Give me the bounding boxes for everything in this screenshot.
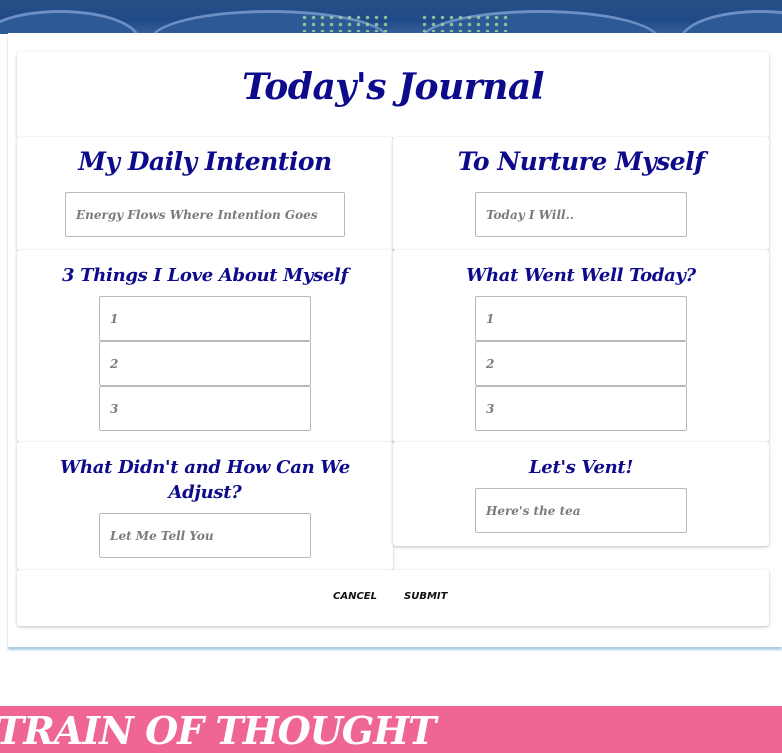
daily-intention-section: My Daily Intention Energy Flows Where In… [17, 137, 393, 251]
love-myself-input-2[interactable]: 2 [99, 341, 311, 386]
submit-button[interactable]: SUBMIT [404, 591, 447, 602]
footer-banner: TRAIN OF THOUGHT [0, 706, 782, 753]
actions-panel [17, 570, 769, 626]
went-well-placeholder-3: 3 [486, 401, 495, 416]
arch-decoration [0, 10, 140, 34]
foliage-decoration [420, 14, 510, 32]
went-well-input-1[interactable]: 1 [475, 296, 687, 341]
went-well-section: What Went Well Today? 1 2 3 [393, 250, 769, 442]
love-myself-input-3[interactable]: 3 [99, 386, 311, 431]
daily-intention-heading: My Daily Intention [78, 147, 332, 176]
love-myself-section: 3 Things I Love About Myself 1 2 3 [17, 250, 393, 442]
went-well-placeholder-2: 2 [486, 356, 495, 371]
nurture-placeholder: Today I Will.. [486, 207, 574, 222]
nurture-input[interactable]: Today I Will.. [475, 192, 687, 237]
title-panel: Today's Journal [17, 52, 769, 138]
nurture-heading: To Nurture Myself [457, 147, 705, 176]
adjust-input[interactable]: Let Me Tell You [99, 513, 311, 558]
vent-placeholder: Here's the tea [486, 503, 581, 518]
love-myself-heading: 3 Things I Love About Myself [61, 265, 349, 286]
love-myself-placeholder-2: 2 [110, 356, 119, 371]
adjust-section: What Didn't and How Can We Adjust? Let M… [17, 442, 393, 570]
vent-heading: Let's Vent! [528, 457, 634, 478]
vent-input[interactable]: Here's the tea [475, 488, 687, 533]
love-myself-input-1[interactable]: 1 [99, 296, 311, 341]
went-well-input-3[interactable]: 3 [475, 386, 687, 431]
love-myself-placeholder-3: 3 [110, 401, 119, 416]
love-myself-placeholder-1: 1 [110, 311, 119, 326]
foliage-decoration [300, 14, 390, 32]
adjust-heading: What Didn't and How Can We Adjust? [60, 457, 350, 503]
nurture-section: To Nurture Myself Today I Will.. [393, 137, 769, 250]
went-well-placeholder-1: 1 [486, 311, 495, 326]
top-decorative-banner [0, 0, 782, 34]
went-well-heading: What Went Well Today? [466, 265, 696, 286]
adjust-placeholder: Let Me Tell You [110, 528, 214, 543]
page-title: Today's Journal [242, 66, 544, 108]
daily-intention-input[interactable]: Energy Flows Where Intention Goes [65, 192, 345, 237]
vent-section: Let's Vent! Here's the tea [393, 442, 769, 546]
arch-decoration [680, 10, 782, 34]
went-well-input-2[interactable]: 2 [475, 341, 687, 386]
cancel-button[interactable]: CANCEL [333, 591, 377, 602]
footer-banner-text: TRAIN OF THOUGHT [0, 708, 436, 753]
daily-intention-placeholder: Energy Flows Where Intention Goes [76, 207, 318, 222]
